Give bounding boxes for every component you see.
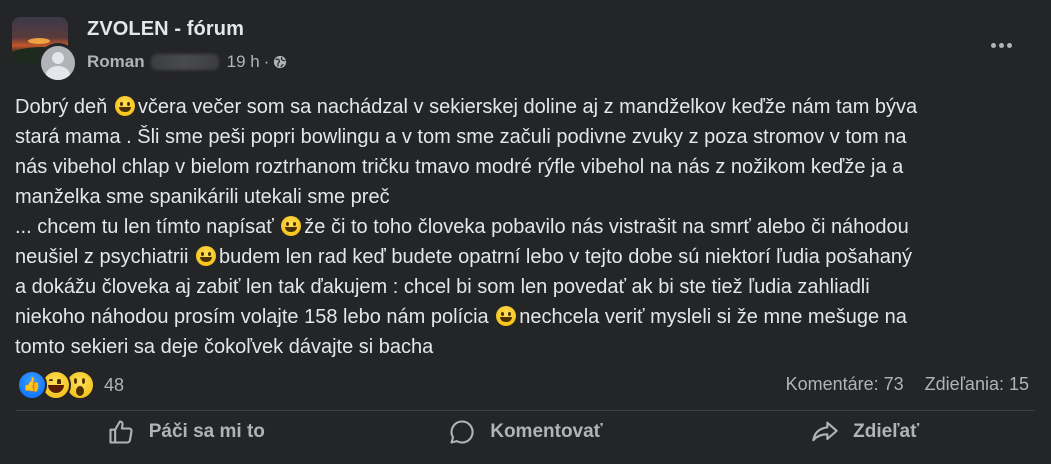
post-text-segment: neušiel z psychiatrii xyxy=(15,246,194,268)
avatar-group[interactable] xyxy=(12,17,78,83)
grinning-emoji-icon xyxy=(195,246,216,266)
more-options-icon[interactable] xyxy=(984,30,1018,60)
thumbs-up-icon xyxy=(109,420,133,444)
avatar-body xyxy=(46,66,70,80)
post-text-segment: včera večer som sa nachádzal v sekierske… xyxy=(137,96,918,118)
post-text-segment: nás vibehol chlap v bielom roztrhanom tr… xyxy=(15,156,904,178)
post-text-segment: tomto sekieri sa deje čokoľvek dávajte s… xyxy=(15,336,434,358)
post-text-segment: niekoho náhodou prosím volajte 158 lebo … xyxy=(15,306,495,328)
reactions-summary[interactable]: 48 xyxy=(17,370,124,400)
author-name[interactable]: Roman xyxy=(87,52,145,72)
post-card: ZVOLEN - fórum Roman 19 h · Dobrý deň vč… xyxy=(0,0,1051,464)
post-meta: Roman 19 h · xyxy=(87,52,287,72)
user-avatar[interactable] xyxy=(38,43,78,83)
group-name[interactable]: ZVOLEN - fórum xyxy=(87,18,244,41)
comment-bubble-icon xyxy=(450,420,474,444)
post-text-segment: manželka sme spanikárili utekali sme pre… xyxy=(15,186,390,208)
post-text-line: Dobrý deň včera večer som sa nachádzal v… xyxy=(15,92,1040,122)
post-text-segment: Dobrý deň xyxy=(15,96,113,118)
grinning-emoji-icon xyxy=(496,306,517,326)
reaction-count[interactable]: 48 xyxy=(104,375,124,396)
post-text-segment: stará mama . Šli sme peši popri bowlingu… xyxy=(15,126,907,148)
post-text-line: neušiel z psychiatrii budem len rad keď … xyxy=(15,242,1040,272)
post-text-line: niekoho náhodou prosím volajte 158 lebo … xyxy=(15,302,1040,332)
blurred-surname xyxy=(150,54,219,70)
comment-button-label: Komentovať xyxy=(490,421,603,442)
post-text-segment: budem len rad keď budete opatrní lebo v … xyxy=(218,246,913,268)
like-button[interactable]: Páči sa mi to xyxy=(16,414,356,450)
share-button[interactable]: Zdieľať xyxy=(695,414,1035,450)
like-reaction-icon xyxy=(17,370,47,400)
post-text-line: nás vibehol chlap v bielom roztrhanom tr… xyxy=(15,152,1040,182)
like-button-label: Páči sa mi to xyxy=(148,421,265,442)
meta-separator: · xyxy=(263,52,270,71)
share-button-label: Zdieľať xyxy=(853,421,920,442)
post-text-line: manželka sme spanikárili utekali sme pre… xyxy=(15,182,1040,212)
action-bar: Páči sa mi to Komentovať Zdieľať xyxy=(16,414,1035,450)
grinning-emoji-icon xyxy=(114,96,135,116)
post-text-line: ... chcem tu len tímto napísať že či to … xyxy=(15,212,1040,242)
post-text-segment: že či to toho človeka pobavilo nás vistr… xyxy=(304,216,909,238)
post-time[interactable]: 19 h xyxy=(227,52,260,72)
post-text-line: tomto sekieri sa deje čokoľvek dávajte s… xyxy=(15,332,1040,362)
shares-count[interactable]: Zdieľania: 15 xyxy=(925,374,1029,395)
post-text-segment: ... chcem tu len tímto napísať xyxy=(15,216,280,238)
comments-count[interactable]: Komentáre: 73 xyxy=(786,374,904,395)
share-arrow-icon xyxy=(812,421,838,442)
post-text-segment: nechcela veriť mysleli si že mne mešuge … xyxy=(519,306,907,328)
globe-icon[interactable] xyxy=(273,55,287,69)
post-stats: Komentáre: 73 Zdieľania: 15 xyxy=(786,374,1029,395)
sunset-decoration xyxy=(28,38,50,44)
avatar-head xyxy=(52,52,64,64)
post-text-line: a dokážu človeka aj zabiť len tak ďakuje… xyxy=(15,272,1040,302)
post-text: Dobrý deň včera večer som sa nachádzal v… xyxy=(15,92,1040,362)
divider xyxy=(16,410,1035,411)
grinning-emoji-icon xyxy=(281,216,302,236)
comment-button[interactable]: Komentovať xyxy=(356,414,696,450)
post-text-line: stará mama . Šli sme peši popri bowlingu… xyxy=(15,122,1040,152)
post-text-segment: a dokážu človeka aj zabiť len tak ďakuje… xyxy=(15,276,870,298)
